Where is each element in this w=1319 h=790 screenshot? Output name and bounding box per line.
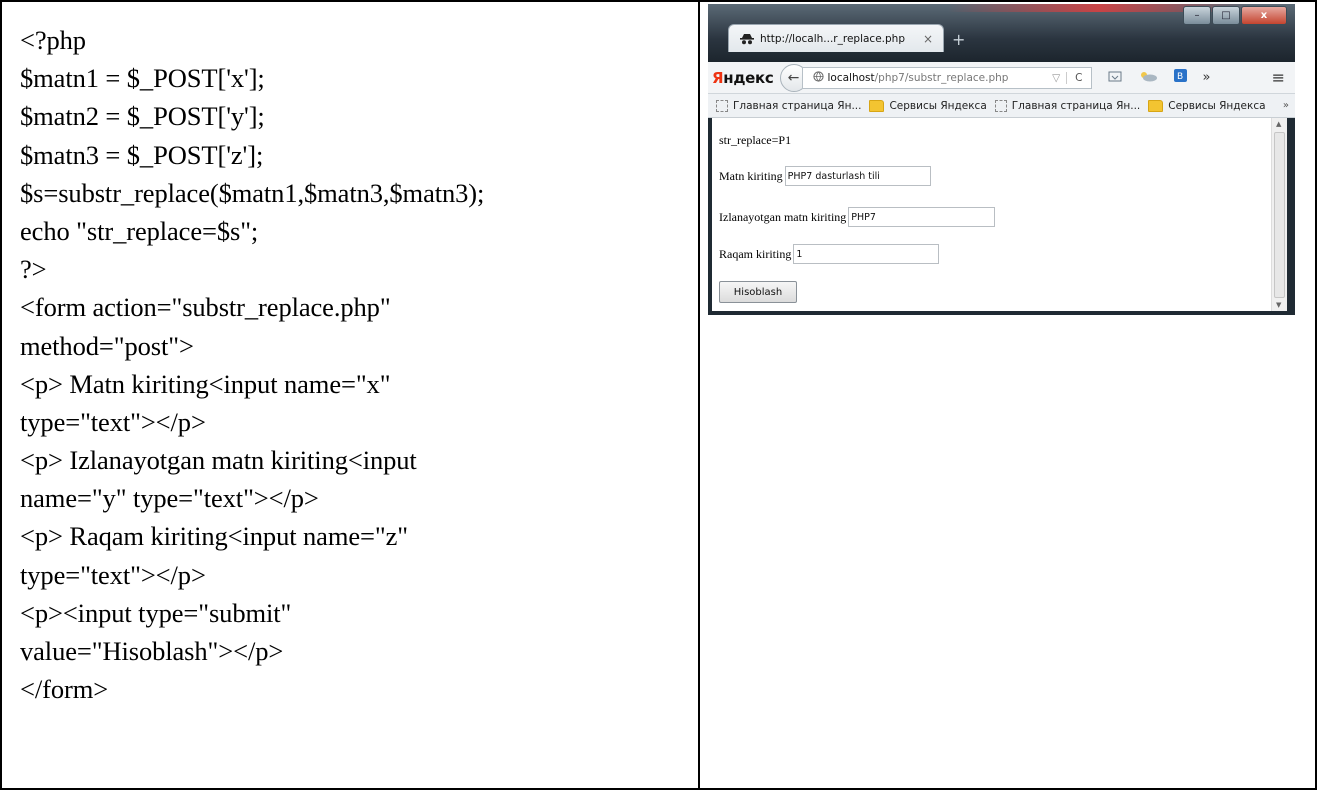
menu-icon[interactable]: ≡ — [1272, 68, 1285, 87]
code-line: name="y" type="text"></p> — [20, 483, 319, 514]
code-line: </form> — [20, 674, 109, 705]
vertical-scrollbar[interactable]: ▲ ▼ — [1271, 118, 1287, 311]
bookmark-item[interactable]: Сервисы Яндекса — [869, 99, 987, 112]
code-line: <p><input type="submit" — [20, 597, 292, 628]
globe-icon — [812, 70, 824, 85]
browser-screenshot: – □ x http://localh...r_replace.php × + … — [708, 4, 1295, 315]
php-code-listing: <?php $matn1 = $_POST['x']; $matn2 = $_POS… — [20, 21, 484, 708]
code-line: $matn2 = $_POST['y']; — [20, 101, 265, 132]
page-icon — [716, 99, 728, 112]
text-input-y[interactable] — [848, 207, 996, 227]
code-line: value="Hisoblash"></p> — [20, 636, 284, 666]
result-text: str_replace=P1 — [719, 133, 792, 147]
browser-titlebar: – □ x http://localh...r_replace.php × + — [708, 4, 1295, 62]
url-host: localhost — [827, 71, 875, 84]
code-line: <form action="substr_replace.php" — [20, 292, 391, 323]
code-line: type="text"></p> — [20, 406, 206, 437]
reload-icon[interactable]: C — [1066, 71, 1090, 84]
text-input-z[interactable] — [793, 244, 940, 264]
folder-icon — [869, 99, 885, 112]
svg-text:B: B — [1177, 72, 1183, 82]
code-line: type="text"></p> — [20, 559, 206, 590]
close-window-button[interactable]: x — [1241, 6, 1287, 25]
scroll-up-icon[interactable]: ▲ — [1276, 120, 1281, 128]
code-line: method="post"> — [20, 330, 194, 361]
text-input-x[interactable] — [784, 166, 931, 186]
browser-tab[interactable]: http://localh...r_replace.php × — [728, 24, 944, 52]
form-row-search: Izlanayotgan matn kiriting — [719, 207, 996, 227]
bookmark-item[interactable]: Главная страница Ян... — [994, 99, 1140, 112]
downloads-icon[interactable] — [1108, 70, 1122, 86]
window-controls: – □ x — [1182, 6, 1287, 25]
bookmark-item[interactable]: Сервисы Яндекса — [1148, 99, 1266, 112]
bookmark-service-icon[interactable]: B — [1173, 69, 1187, 86]
yandex-logo: Яндекс — [712, 68, 774, 87]
tab-close-icon[interactable]: × — [923, 32, 933, 46]
code-line: echo "str_replace=$s"; — [20, 215, 259, 246]
submit-button[interactable]: Hisoblash — [719, 281, 797, 303]
page-content: str_replace=P1 Matn kiriting Izlanayotga… — [712, 118, 1271, 311]
code-line: <p> Raqam kiriting<input name="z" — [20, 521, 408, 552]
code-line: $s=substr_replace($matn1,$matn3,$matn3); — [20, 177, 485, 208]
url-dropdown-icon[interactable]: ▽ — [1052, 72, 1060, 84]
bookmarks-overflow-icon[interactable]: » — [1283, 100, 1289, 111]
incognito-icon — [739, 33, 755, 45]
field-label: Raqam kiriting — [719, 246, 792, 261]
form-row-number: Raqam kiriting — [719, 244, 940, 264]
code-line: <p> Izlanayotgan matn kiriting<input — [20, 445, 417, 476]
folder-icon — [1148, 99, 1164, 112]
page-icon — [994, 99, 1007, 112]
url-path: /php7/substr_replace.php — [874, 71, 1009, 84]
maximize-button[interactable]: □ — [1212, 6, 1240, 25]
navigation-bar: Яндекс ← localhost/php7/substr_replace.p… — [708, 62, 1295, 94]
new-tab-button[interactable]: + — [952, 30, 965, 49]
minimize-button[interactable]: – — [1183, 6, 1211, 25]
scroll-down-icon[interactable]: ▼ — [1276, 301, 1281, 309]
scrollbar-thumb[interactable] — [1274, 132, 1285, 298]
code-line: $matn1 = $_POST['x']; — [20, 63, 265, 94]
weather-icon[interactable] — [1138, 70, 1158, 86]
address-bar[interactable]: localhost/php7/substr_replace.php ▽ C — [801, 66, 1092, 89]
code-line: <?php — [20, 25, 86, 55]
code-line: <p> Matn kiriting<input name="x" — [20, 368, 391, 399]
bookmark-item[interactable]: Главная страница Ян... — [716, 99, 861, 112]
form-row-text: Matn kiriting — [719, 166, 931, 186]
code-line: $matn3 = $_POST['z']; — [20, 139, 264, 170]
field-label: Izlanayotgan matn kiriting — [719, 209, 847, 224]
field-label: Matn kiriting — [719, 168, 783, 183]
code-cell: <?php $matn1 = $_POST['x']; $matn2 = $_POS… — [2, 2, 700, 788]
overflow-icon[interactable]: » — [1203, 70, 1211, 85]
code-line: ?> — [20, 254, 47, 285]
tab-title: http://localh...r_replace.php — [760, 32, 905, 45]
bookmarks-bar: Главная страница Ян... Сервисы Яндекса Г… — [708, 94, 1295, 118]
